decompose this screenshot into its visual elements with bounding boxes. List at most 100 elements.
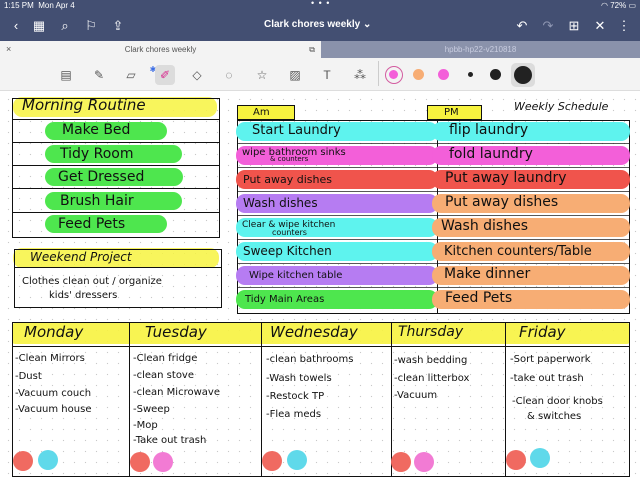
add-page-icon[interactable]: ⊞ <box>564 16 584 36</box>
weekend-project-title: Weekend Project <box>30 250 132 264</box>
tab-split-icon[interactable]: ⧉ <box>309 41 315 58</box>
task-item: -Vacuum house <box>15 404 92 415</box>
notebook-canvas[interactable]: Morning Routine Make Bed Tidy Room Get D… <box>0 91 640 480</box>
task-item: -clean Microwave <box>133 387 220 398</box>
shape-tool-icon[interactable]: ◇ <box>187 65 207 85</box>
list-item: Brush Hair <box>60 193 134 209</box>
divider <box>129 322 130 477</box>
task-item: -take out trash <box>510 373 584 384</box>
task-item: -Vacuum <box>394 390 438 401</box>
pm-task: Feed Pets <box>445 290 513 306</box>
battery-percent: 72% <box>610 1 627 10</box>
redo-icon[interactable]: ↷ <box>538 16 558 36</box>
am-task: Wash dishes <box>243 196 318 210</box>
more-options-icon[interactable]: ⋮ <box>614 16 634 36</box>
task-item: -Take out trash <box>133 435 207 446</box>
task-item: -Vacuum couch <box>15 388 92 399</box>
tab-label: Clark chores weekly <box>124 45 197 54</box>
dot-red <box>13 451 33 471</box>
dot-red <box>262 451 282 471</box>
divider <box>238 263 630 264</box>
task-item: -Dust <box>15 371 42 382</box>
search-icon[interactable]: ⌕ <box>55 16 75 36</box>
undo-icon[interactable]: ↶ <box>512 16 532 36</box>
task-item: -Sort paperwork <box>510 354 591 365</box>
stroke-size-medium[interactable] <box>490 69 501 80</box>
task-item: -clean bathrooms <box>266 354 354 365</box>
image-tool-icon[interactable]: ▨ <box>285 65 305 85</box>
pm-task: Make dinner <box>444 266 531 282</box>
pen-tool-icon[interactable]: ✎ <box>89 65 109 85</box>
list-item: Tidy Room <box>60 146 134 162</box>
am-task: Tidy Main Areas <box>245 294 325 305</box>
color-swatch-orange[interactable] <box>413 69 424 80</box>
task-item: -Clean Mirrors <box>15 353 85 364</box>
date-text: Mon Apr 4 <box>38 1 75 10</box>
wifi-icon: ◠ <box>600 1 608 10</box>
day-wednesday-title: Wednesday <box>270 323 358 341</box>
divider <box>13 119 219 120</box>
task-item: -Wash towels <box>266 373 332 384</box>
text-tool-icon[interactable]: T <box>317 65 337 85</box>
dot-red <box>391 452 411 472</box>
tab-hpbb[interactable]: hpbb-hp22-v210818 <box>321 41 640 58</box>
divider <box>15 267 221 268</box>
divider <box>13 346 629 347</box>
divider <box>13 142 219 143</box>
task-item: -wash bedding <box>394 355 468 366</box>
multitasking-dots[interactable]: • • • <box>311 0 330 8</box>
color-swatch-pink[interactable] <box>438 69 449 80</box>
day-monday-title: Monday <box>24 323 84 341</box>
am-task-note: counters <box>272 228 307 237</box>
divider <box>391 322 392 477</box>
day-thursday-title: Thursday <box>398 324 464 340</box>
tool-bar: ▤ ✎ ▱ ✱ ✐ ◇ ◌ ☆ ▨ T ⁂ <box>0 58 640 91</box>
share-icon[interactable]: ⇪ <box>108 16 128 36</box>
task-item: -Restock TP <box>266 391 325 402</box>
lasso-tool-icon[interactable]: ◌ <box>219 65 239 85</box>
day-friday-title: Friday <box>519 323 566 341</box>
pm-task: Put away dishes <box>445 194 559 210</box>
document-title[interactable]: Clark chores weekly ⌄ <box>264 19 371 30</box>
pm-task: flip laundry <box>449 122 529 138</box>
reader-mode-icon[interactable]: ▤ <box>56 65 76 85</box>
divider <box>238 215 630 216</box>
grid-view-icon[interactable]: ▦ <box>29 16 49 36</box>
back-chevron-icon[interactable]: ‹ <box>6 16 26 36</box>
stroke-size-small[interactable] <box>468 72 473 77</box>
stroke-size-large-selected[interactable] <box>511 63 535 87</box>
close-icon[interactable]: ✕ <box>590 16 610 36</box>
task-item: -Flea meds <box>266 409 322 420</box>
eraser-tool-icon[interactable]: ▱ <box>121 65 141 85</box>
clock: 1:15 PM Mon Apr 4 <box>4 1 75 10</box>
task-item: -Sweep <box>133 404 170 415</box>
divider <box>238 191 630 192</box>
task-item: & switches <box>527 411 582 422</box>
battery-icon: ▭ <box>628 1 636 10</box>
pm-task: Kitchen counters/Table <box>444 244 592 259</box>
am-task: Put away dishes <box>243 173 332 186</box>
divider <box>13 212 219 213</box>
color-swatch-selected[interactable] <box>385 66 403 84</box>
pink-color-dot <box>389 70 398 79</box>
laser-pointer-icon[interactable]: ⁂ <box>350 65 370 85</box>
dot-cyan <box>530 448 550 468</box>
highlighter-tool-icon[interactable]: ✐ <box>155 65 175 85</box>
task-item: -clean stove <box>133 370 195 381</box>
pm-task: Wash dishes <box>441 218 528 234</box>
divider <box>13 188 219 189</box>
divider <box>238 239 630 240</box>
am-task: Start Laundry <box>252 123 341 138</box>
divider <box>238 167 630 168</box>
list-item: Feed Pets <box>58 216 126 232</box>
tab-clark-chores[interactable]: × Clark chores weekly ⧉ <box>0 41 321 58</box>
weekly-schedule-title: Weekly Schedule <box>514 100 609 113</box>
bookmark-icon[interactable]: ⚐ <box>81 16 101 36</box>
day-tuesday-title: Tuesday <box>145 323 207 341</box>
battery-indicator: ◠ 72% ▭ <box>601 1 636 10</box>
sticker-tool-icon[interactable]: ☆ <box>252 65 272 85</box>
divider <box>261 322 262 477</box>
weekend-text: kids' dressers <box>49 290 118 301</box>
list-item: Get Dressed <box>58 169 145 185</box>
am-label: Am <box>253 107 270 118</box>
